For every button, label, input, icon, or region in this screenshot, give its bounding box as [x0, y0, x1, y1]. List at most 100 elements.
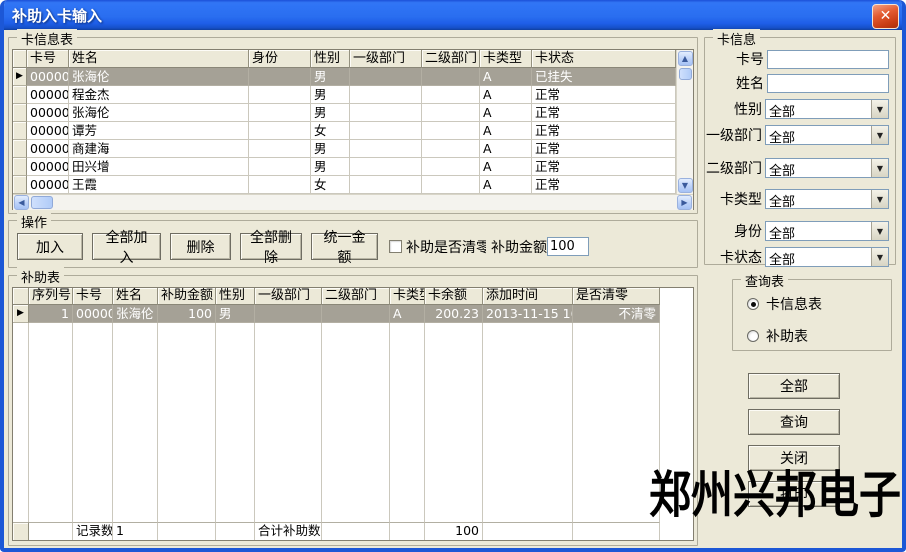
dept2-select[interactable]: 全部 ▼ [765, 158, 889, 178]
card-table-header-cell[interactable]: 卡号 [27, 50, 69, 68]
scroll-left-icon[interactable]: ◀ [14, 195, 29, 210]
row-header[interactable] [13, 176, 27, 194]
card-table-header-cell[interactable]: 卡状态 [532, 50, 676, 68]
subsidy-table-cell[interactable]: 100 [158, 305, 216, 323]
card-table-cell[interactable]: 王霞 [69, 176, 249, 194]
subsidy-table-cell[interactable]: 000001 [73, 305, 113, 323]
card-table-cell[interactable] [422, 176, 480, 194]
radio-unselected-icon[interactable] [747, 330, 759, 342]
card-table-cell[interactable]: 正常 [532, 158, 676, 176]
subsidy-table-cell[interactable]: 不清零 [573, 305, 660, 323]
chevron-down-icon[interactable]: ▼ [871, 248, 888, 266]
scrollbar-thumb[interactable] [679, 68, 692, 80]
card-table-cell[interactable]: 000008 [27, 176, 69, 194]
card-table-cell[interactable]: 田兴增 [69, 158, 249, 176]
card-table-cell[interactable]: 000002 [27, 86, 69, 104]
subsidy-table-header-cell[interactable]: 卡类型 [390, 288, 425, 305]
subsidy-amount-input[interactable] [547, 237, 589, 256]
card-table-cell[interactable]: 男 [311, 86, 350, 104]
all-button[interactable]: 全部 [748, 373, 840, 399]
scrollbar-thumb[interactable] [31, 196, 53, 209]
row-pointer-icon[interactable]: ▶ [13, 68, 27, 86]
subsidy-table-cell[interactable]: 张海伦 [113, 305, 158, 323]
delete-all-button[interactable]: 全部删除 [240, 233, 302, 260]
card-table-cell[interactable]: 000006 [27, 140, 69, 158]
row-pointer-icon[interactable]: ▶ [13, 305, 29, 323]
card-table-cell[interactable]: A [480, 158, 532, 176]
card-table-cell[interactable]: A [480, 86, 532, 104]
row-header[interactable] [13, 86, 27, 104]
card-table-cell[interactable]: 男 [311, 140, 350, 158]
card-table-cell[interactable] [350, 158, 422, 176]
row-header[interactable] [13, 158, 27, 176]
card-table-cell[interactable]: 商建海 [69, 140, 249, 158]
subsidy-table-header-cell[interactable]: 一级部门 [255, 288, 322, 305]
card-status-select[interactable]: 全部 ▼ [765, 247, 889, 267]
card-table-cell[interactable]: A [480, 104, 532, 122]
dept1-select[interactable]: 全部 ▼ [765, 125, 889, 145]
subsidy-table-header-cell[interactable]: 补助金额 [158, 288, 216, 305]
card-table-cell[interactable] [350, 140, 422, 158]
card-table-cell[interactable] [249, 122, 311, 140]
subsidy-table-cell[interactable]: A [390, 305, 425, 323]
card-type-select[interactable]: 全部 ▼ [765, 189, 889, 209]
radio-subsidy[interactable]: 补助表 [747, 326, 891, 346]
card-table-cell[interactable] [422, 104, 480, 122]
card-table-cell[interactable]: 张海伦 [69, 104, 249, 122]
scroll-up-icon[interactable]: ▲ [678, 51, 693, 66]
card-table-cell[interactable]: A [480, 140, 532, 158]
card-table-cell[interactable]: 000007 [27, 158, 69, 176]
card-table-cell[interactable]: 正常 [532, 86, 676, 104]
card-table-cell[interactable]: 已挂失 [532, 68, 676, 86]
titlebar[interactable]: 补助入卡输入 ✕ [0, 0, 906, 30]
subsidy-table-header-cell[interactable]: 性别 [216, 288, 255, 305]
subsidy-table-cell[interactable]: 男 [216, 305, 255, 323]
card-table-cell[interactable]: 正常 [532, 140, 676, 158]
row-header[interactable] [13, 104, 27, 122]
card-table-cell[interactable]: 男 [311, 158, 350, 176]
clear-checkbox[interactable] [389, 240, 402, 253]
card-table-cell[interactable] [249, 176, 311, 194]
card-table-cell[interactable] [350, 104, 422, 122]
radio-card-info[interactable]: 卡信息表 [747, 294, 891, 314]
card-table-cell[interactable]: 000001 [27, 68, 69, 86]
horizontal-scrollbar[interactable]: ◀ ▶ [13, 194, 693, 210]
scroll-right-icon[interactable]: ▶ [677, 195, 692, 210]
card-table-cell[interactable]: 女 [311, 122, 350, 140]
card-table-cell[interactable]: 000003 [27, 104, 69, 122]
card-no-input[interactable] [767, 50, 889, 69]
card-table-cell[interactable]: 张海伦 [69, 68, 249, 86]
row-header[interactable] [13, 140, 27, 158]
row-header[interactable] [13, 122, 27, 140]
card-table-cell[interactable]: 男 [311, 104, 350, 122]
subsidy-table-header-cell[interactable]: 添加时间 [483, 288, 573, 305]
card-table-header-cell[interactable]: 卡类型 [480, 50, 532, 68]
card-table-cell[interactable] [422, 122, 480, 140]
name-input[interactable] [767, 74, 889, 93]
card-table-header-cell[interactable]: 一级部门 [350, 50, 422, 68]
card-table-cell[interactable] [422, 68, 480, 86]
vertical-scrollbar[interactable]: ▲ ▼ [676, 50, 693, 194]
card-table-cell[interactable]: 程金杰 [69, 86, 249, 104]
chevron-down-icon[interactable]: ▼ [871, 222, 888, 240]
card-table-cell[interactable] [249, 158, 311, 176]
card-table-cell[interactable] [350, 86, 422, 104]
subsidy-table-cell[interactable]: 2013-11-15 16:58: [483, 305, 573, 323]
subsidy-table-header-cell[interactable]: 卡余额 [425, 288, 483, 305]
subsidy-table-header-cell[interactable]: 卡号 [73, 288, 113, 305]
card-table-cell[interactable]: 000005 [27, 122, 69, 140]
radio-selected-icon[interactable] [747, 298, 759, 310]
card-table-cell[interactable] [249, 140, 311, 158]
card-table-cell[interactable] [249, 104, 311, 122]
card-table-header-cell[interactable]: 二级部门 [422, 50, 480, 68]
chevron-down-icon[interactable]: ▼ [871, 126, 888, 144]
card-table-cell[interactable]: 正常 [532, 176, 676, 194]
card-table-cell[interactable] [350, 122, 422, 140]
card-table-cell[interactable] [422, 158, 480, 176]
subsidy-table-header-cell[interactable]: 姓名 [113, 288, 158, 305]
card-table-cell[interactable] [422, 140, 480, 158]
subsidy-table-header-cell[interactable]: 是否清零 [573, 288, 660, 305]
add-button[interactable]: 加入 [17, 233, 83, 260]
subsidy-table-cell[interactable] [255, 305, 322, 323]
card-table-cell[interactable]: 谭芳 [69, 122, 249, 140]
